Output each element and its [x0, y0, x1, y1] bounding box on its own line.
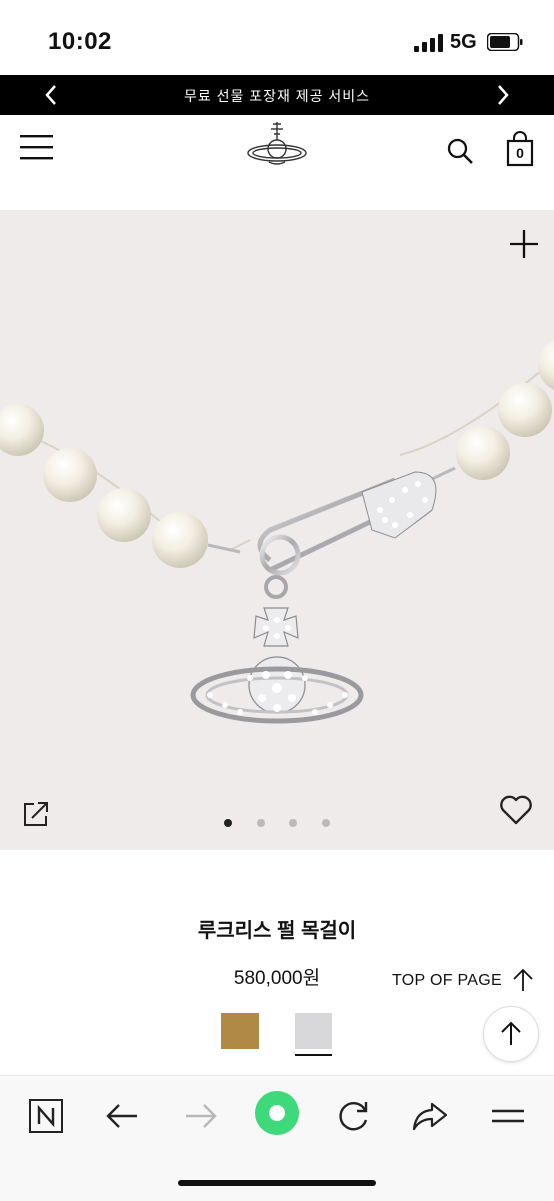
carousel-dot[interactable] [321, 819, 330, 827]
arrow-up-icon [501, 1021, 521, 1045]
cart-count: 0 [516, 145, 524, 161]
green-dot-icon[interactable] [254, 1090, 300, 1136]
heart-icon[interactable] [499, 794, 533, 826]
naver-n-icon[interactable] [26, 1096, 66, 1136]
product-photo [0, 340, 554, 724]
promo-banner: 무료 선물 포장재 제공 서비스 [0, 75, 554, 115]
top-of-page-link[interactable]: TOP OF PAGE [392, 972, 502, 990]
back-arrow-icon[interactable] [103, 1096, 143, 1136]
shopping-bag-button[interactable]: 0 [506, 131, 534, 167]
scroll-top-button[interactable] [483, 1006, 539, 1062]
arrow-up-icon[interactable] [512, 968, 534, 992]
home-indicator [178, 1180, 376, 1186]
signal-icon [414, 34, 443, 52]
carousel-dot[interactable] [224, 819, 233, 827]
chevron-right-icon[interactable] [490, 83, 514, 107]
color-swatch-silver[interactable] [295, 1013, 332, 1049]
status-time: 10:02 [48, 28, 112, 55]
forward-arrow-icon[interactable] [180, 1096, 220, 1136]
refresh-icon[interactable] [333, 1096, 373, 1136]
search-icon[interactable] [446, 137, 474, 165]
share-arrow-icon[interactable] [410, 1096, 450, 1136]
battery-icon [487, 33, 523, 51]
site-header: 0 [0, 115, 554, 210]
menu-icon[interactable] [20, 133, 53, 163]
product-name: 루크리스 펄 목걸이 [197, 920, 357, 942]
carousel-dot[interactable] [256, 819, 265, 827]
brand-orb-logo[interactable] [246, 120, 308, 170]
zoom-plus-icon[interactable] [508, 228, 540, 260]
promo-text[interactable]: 무료 선물 포장재 제공 서비스 [0, 86, 554, 106]
menu-lines-icon[interactable] [488, 1096, 528, 1136]
status-bar: 10:02 5G [0, 0, 554, 75]
carousel-dot[interactable] [289, 819, 298, 827]
selected-swatch-indicator [295, 1054, 332, 1056]
carousel-indicator [0, 814, 554, 832]
network-label: 5G [450, 31, 477, 53]
product-image-carousel[interactable] [0, 210, 554, 850]
color-swatch-gold[interactable] [221, 1013, 259, 1049]
